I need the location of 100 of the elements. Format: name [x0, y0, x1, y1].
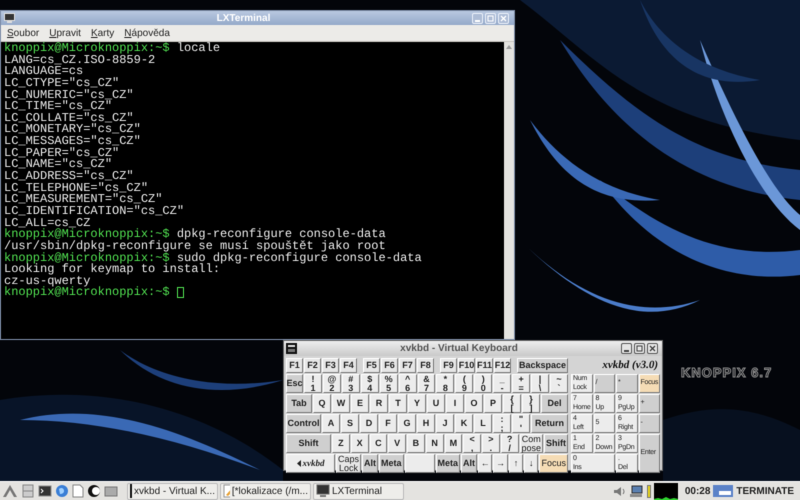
keyboard-key[interactable]: * 8 [436, 374, 454, 393]
keyboard-key[interactable]: xvkbd [286, 454, 335, 473]
keyboard-key[interactable]: ← [478, 454, 492, 473]
keyboard-key[interactable]: % 5 [380, 374, 398, 393]
keyboard-key[interactable]: | \ [531, 374, 549, 393]
keyboard-key[interactable]: W [332, 394, 350, 413]
keyboard-key[interactable]: F6 [381, 358, 398, 373]
logo-icon[interactable] [87, 484, 101, 498]
keyboard-key[interactable]: G [398, 414, 416, 433]
keyboard-key[interactable]: $ 4 [360, 374, 379, 393]
keyboard-key[interactable]: Esc [286, 374, 303, 393]
keyboard-key[interactable]: # 3 [342, 374, 360, 393]
network-icon[interactable] [628, 484, 644, 498]
keyboard-key[interactable]: L [474, 414, 492, 433]
keyboard-key[interactable]: ! 1 [304, 374, 322, 393]
keyboard-key[interactable]: > . [482, 434, 500, 453]
keyboard-key[interactable]: F10 [458, 358, 475, 373]
maximize-icon[interactable] [634, 343, 645, 354]
keyboard-key[interactable]: H [417, 414, 435, 433]
terminate-button[interactable]: TERMINATE [736, 484, 794, 498]
keyboard-key[interactable]: ( 9 [455, 374, 474, 393]
keyboard-key[interactable]: B [407, 434, 425, 453]
start-icon[interactable] [2, 484, 18, 498]
keyboard-key[interactable]: → [493, 454, 508, 473]
taskbar-button[interactable]: xvkbd - Virtual K... [127, 482, 218, 500]
keyboard-key[interactable]: @ 2 [322, 374, 341, 393]
keyboard-key[interactable]: Return [531, 414, 568, 433]
keyboard-key[interactable]: F9 [440, 358, 457, 373]
keyboard-key[interactable]: U [427, 394, 445, 413]
keyboard-key[interactable]: F12 [494, 358, 511, 373]
keyboard-key[interactable] [404, 454, 435, 473]
keyboard-key[interactable]: Alt [362, 454, 378, 473]
keyboard-key[interactable]: F7 [399, 358, 416, 373]
keyboard-key[interactable]: Control [286, 414, 321, 433]
keyboard-key[interactable]: + = [512, 374, 530, 393]
keyboard-key[interactable]: Meta [436, 454, 460, 473]
keyboard-key[interactable]: Focus [539, 454, 568, 473]
keyboard-key[interactable]: _ - [493, 374, 512, 393]
taskbar-button[interactable]: LXTerminal [313, 482, 404, 500]
scrollbar[interactable] [504, 42, 514, 339]
keyboard-key[interactable]: Backspace [517, 358, 568, 373]
keyboard-key[interactable]: I [446, 394, 464, 413]
keyboard-key[interactable]: O [465, 394, 483, 413]
keyboard-key[interactable]: N [426, 434, 444, 453]
keyboard-key[interactable]: Shift [286, 434, 331, 453]
keyboard-key[interactable]: F5 [363, 358, 380, 373]
keyboard-key[interactable]: T [389, 394, 407, 413]
keyboard-key[interactable]: J [436, 414, 454, 433]
menu-item[interactable]: Soubor [7, 26, 40, 40]
keyboard-key[interactable]: Shift [544, 434, 568, 453]
keyboard-key[interactable]: ^ 6 [398, 374, 417, 393]
keyboard-key[interactable]: { [ [503, 394, 521, 413]
terminal-icon[interactable] [38, 484, 52, 498]
keyboard-key[interactable]: Del [541, 394, 568, 413]
keyboard-key[interactable]: ? / [500, 434, 518, 453]
keyboard-key[interactable]: V [388, 434, 406, 453]
menu-item[interactable]: Nápověda [124, 26, 170, 40]
keyboard-key[interactable]: X [350, 434, 368, 453]
keyboard-key[interactable]: M [444, 434, 462, 453]
cpu-graph-icon[interactable] [654, 482, 678, 500]
close-icon[interactable] [647, 343, 658, 354]
keyboard-key[interactable]: } ] [522, 394, 540, 413]
clock[interactable]: 00:28 [684, 484, 710, 498]
keyboard-key[interactable]: F3 [322, 358, 339, 373]
keyboard-key[interactable]: P [484, 394, 502, 413]
keyboard-key[interactable]: Z [332, 434, 350, 453]
keyboard-key[interactable]: : ; [493, 414, 511, 433]
keyboard-key[interactable]: F1 [286, 358, 303, 373]
keyboard-key[interactable]: < , [463, 434, 481, 453]
keyboard-key[interactable]: Com pose [520, 434, 544, 453]
keyboard-key[interactable]: ↑ [508, 454, 524, 473]
minimize-icon[interactable] [621, 343, 632, 354]
up-arrow-icon[interactable] [505, 43, 513, 51]
keyboard-key[interactable]: F11 [476, 358, 493, 373]
keyboard-key[interactable]: Caps Lock [336, 454, 362, 473]
menu-item[interactable]: Karty [90, 26, 114, 40]
keyboard-key[interactable]: E [351, 394, 369, 413]
keyboard-key[interactable]: Y [408, 394, 426, 413]
keyboard-key[interactable]: R [370, 394, 388, 413]
keyboard-key[interactable]: A [322, 414, 340, 433]
keyboard-key[interactable]: Meta [379, 454, 404, 473]
keyboard-key[interactable]: D [360, 414, 378, 433]
speaker-icon[interactable] [612, 484, 626, 498]
keyboard-key[interactable]: ↓ [524, 454, 538, 473]
keyboard-key[interactable]: K [455, 414, 473, 433]
keyboard-key[interactable]: F2 [304, 358, 321, 373]
taskbar-button[interactable]: [*lokalizace (/m... [220, 482, 311, 500]
keyboard-key[interactable]: ~ ` [550, 374, 568, 393]
keyboard-key[interactable]: Tab [286, 394, 312, 413]
keyboard-key[interactable]: C [370, 434, 388, 453]
keyboard-key[interactable]: F [379, 414, 397, 433]
keyboard-key[interactable]: S [341, 414, 359, 433]
menu-item[interactable]: Upravit [49, 26, 81, 40]
keyboard-key[interactable]: ) 0 [474, 374, 492, 393]
keyboard-key[interactable]: " ' [512, 414, 530, 433]
screen-icon[interactable] [713, 484, 734, 498]
keyboard-key[interactable]: F4 [340, 358, 357, 373]
keyboard-key[interactable]: F8 [417, 358, 434, 373]
keyboard-key[interactable]: & 7 [418, 374, 436, 393]
keyboard-key[interactable]: Alt [461, 454, 478, 473]
